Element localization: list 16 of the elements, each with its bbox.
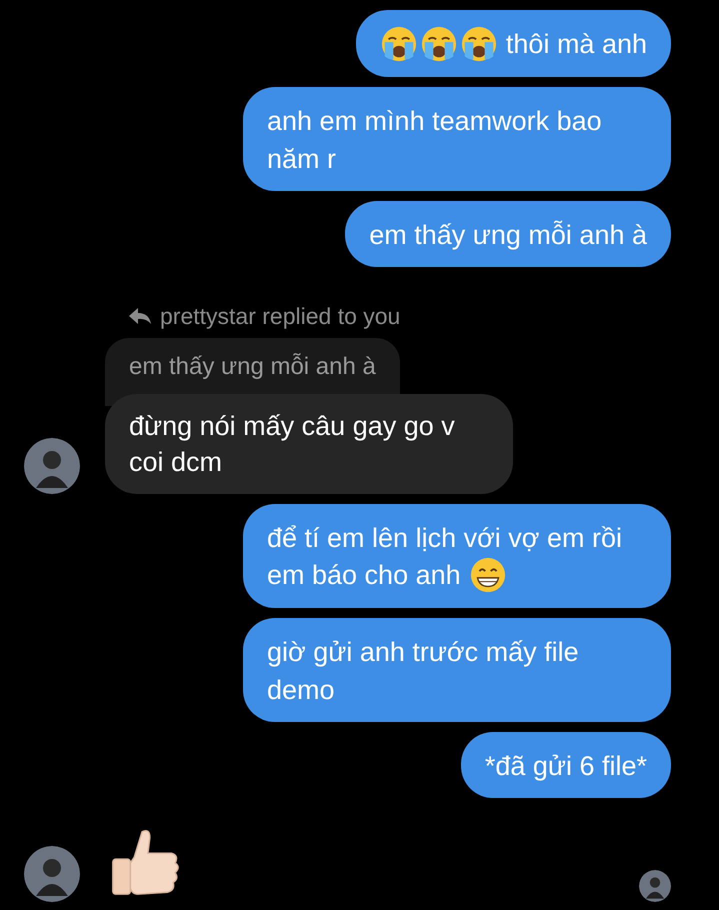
- message-bubble: thôi mà anh: [356, 10, 671, 77]
- reply-text: prettystar replied to you: [160, 302, 400, 330]
- message-bubble: giờ gửi anh trước mấy file demo: [243, 618, 671, 722]
- avatar[interactable]: [24, 438, 80, 494]
- crying-face-icon: [420, 24, 458, 63]
- message-bubble: em thấy ưng mỗi anh à: [345, 200, 671, 266]
- grinning-face-icon: [468, 556, 507, 594]
- crying-face-icon: [460, 24, 498, 63]
- reply-icon: [128, 306, 152, 326]
- message-bubble: *đã gửi 6 file*: [460, 732, 671, 798]
- seen-avatar[interactable]: [639, 870, 671, 902]
- message-bubble: để tí em lên lịch với vợ em rồi em báo cho anh: [243, 504, 671, 608]
- avatar[interactable]: [24, 846, 80, 902]
- crying-face-icon: [380, 24, 418, 63]
- message-bubble: anh em mình teamwork bao năm r: [243, 86, 671, 191]
- message-bubble: đừng nói mấy câu gay go v coi dcm: [105, 394, 513, 494]
